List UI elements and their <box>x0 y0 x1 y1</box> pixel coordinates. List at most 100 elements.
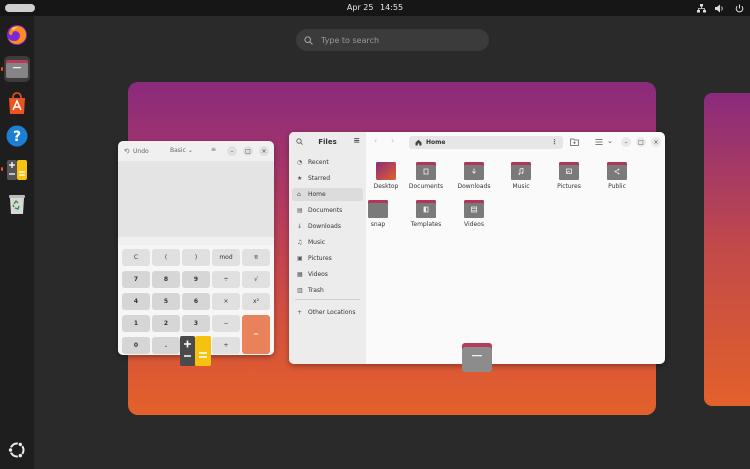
files-window[interactable]: Files ≡ ◔ Recent ★ Starred ⌂ Home ▤ Documents ↓ D… <box>289 132 665 364</box>
dragged-calculator-icon[interactable] <box>180 336 211 366</box>
key-four[interactable]: 4 <box>122 293 150 310</box>
ubuntu-logo-icon[interactable] <box>7 440 27 460</box>
key-one[interactable]: 1 <box>122 315 150 332</box>
key-multiply[interactable]: × <box>212 293 240 310</box>
hamburger-menu-icon[interactable]: ≡ <box>353 136 360 145</box>
close-button[interactable]: × <box>259 146 269 156</box>
maximize-button[interactable]: □ <box>243 146 253 156</box>
clock-date: Apr 25 <box>346 3 374 12</box>
trash-icon <box>9 195 25 214</box>
files-icon <box>6 60 28 78</box>
key-open-paren[interactable]: ( <box>152 249 180 266</box>
search-icon <box>304 35 313 45</box>
volume-icon <box>715 3 725 13</box>
dragged-files-icon[interactable] <box>462 343 492 372</box>
key-seven[interactable]: 7 <box>122 271 150 288</box>
folder-public[interactable]: Public <box>597 162 637 190</box>
next-workspace-thumbnail[interactable] <box>704 93 750 406</box>
key-equals[interactable]: = <box>242 315 270 354</box>
key-clear[interactable]: C <box>122 249 150 266</box>
folder-icon <box>416 162 436 180</box>
sidebar-item-label: Music <box>308 239 326 246</box>
key-square[interactable]: x² <box>242 293 270 310</box>
dock-app-center[interactable] <box>4 90 30 116</box>
files-title: Files <box>318 138 337 146</box>
key-decimal[interactable]: . <box>152 337 180 354</box>
sidebar-item-recent[interactable]: ◔ Recent <box>292 156 363 169</box>
sidebar-item-label: Other Locations <box>308 309 356 316</box>
folder-snap[interactable]: snap <box>358 200 398 228</box>
calculator-window[interactable]: Undo Basic ⌄ ≡ – □ × C() mod π 7 8 9 ÷ √ 4 5 6 × x² 1… <box>118 141 274 355</box>
view-list-icon[interactable] <box>595 138 603 146</box>
key-five[interactable]: 5 <box>152 293 180 310</box>
folder-templates[interactable]: Templates <box>406 200 446 228</box>
dock-help[interactable]: ? <box>4 123 30 149</box>
mode-selector[interactable]: Basic ⌄ <box>170 147 193 154</box>
dock-firefox[interactable] <box>4 22 30 48</box>
key-sqrt[interactable]: √ <box>242 271 270 288</box>
key-add[interactable]: + <box>212 337 240 354</box>
maximize-button[interactable]: □ <box>636 137 646 147</box>
folder-label: snap <box>370 221 386 228</box>
sidebar-item-downloads[interactable]: ↓ Downloads <box>292 220 363 233</box>
folder-icon <box>559 162 579 180</box>
key-mod[interactable]: mod <box>212 249 240 266</box>
folder-pictures[interactable]: Pictures <box>549 162 589 190</box>
sidebar-item-pictures[interactable]: ▣ Pictures <box>292 252 363 265</box>
video-icon: ▦ <box>297 271 303 278</box>
sidebar-item-trash[interactable]: ▥ Trash <box>292 284 363 297</box>
key-divide[interactable]: ÷ <box>212 271 240 288</box>
dock-calculator[interactable] <box>4 157 30 183</box>
path-bar[interactable]: Home ⋮ <box>409 136 563 149</box>
folder-music[interactable]: Music <box>501 162 541 190</box>
key-zero[interactable]: 0 <box>122 337 150 354</box>
back-icon[interactable]: ‹ <box>374 136 377 145</box>
path-menu-icon[interactable]: ⋮ <box>551 138 558 146</box>
chevron-down-icon: ⌄ <box>187 147 193 154</box>
folder-videos[interactable]: Videos <box>454 200 494 228</box>
system-tray[interactable] <box>696 3 744 13</box>
view-options-chevron-icon[interactable]: ⌄ <box>607 137 613 145</box>
key-two[interactable]: 2 <box>152 315 180 332</box>
files-sidebar: Files ≡ ◔ Recent ★ Starred ⌂ Home ▤ Documents ↓ D… <box>289 132 366 364</box>
folder-label: Desktop <box>373 183 399 190</box>
sidebar-item-music[interactable]: ♫ Music <box>292 236 363 249</box>
calculator-icon <box>7 160 27 180</box>
sidebar-item-label: Documents <box>308 207 343 214</box>
folder-icon <box>464 162 484 180</box>
key-eight[interactable]: 8 <box>152 271 180 288</box>
sidebar-item-starred[interactable]: ★ Starred <box>292 172 363 185</box>
search-input[interactable] <box>321 35 471 45</box>
folder-downloads[interactable]: Downloads <box>454 162 494 190</box>
folder-desktop[interactable]: Desktop <box>366 162 406 190</box>
key-close-paren[interactable]: ) <box>182 249 210 266</box>
key-pi[interactable]: π <box>242 249 270 266</box>
sidebar-separator <box>295 299 360 300</box>
clock[interactable]: Apr 25 14:55 <box>0 3 750 12</box>
key-nine[interactable]: 9 <box>182 271 210 288</box>
key-subtract[interactable]: − <box>212 315 240 332</box>
undo-button[interactable]: Undo <box>124 148 149 155</box>
sidebar-item-label: Recent <box>308 159 329 166</box>
key-three[interactable]: 3 <box>182 315 210 332</box>
search-bar[interactable] <box>296 29 489 51</box>
minimize-button[interactable]: – <box>227 146 237 156</box>
key-six[interactable]: 6 <box>182 293 210 310</box>
sidebar-item-home[interactable]: ⌂ Home <box>292 188 363 201</box>
sidebar-item-documents[interactable]: ▤ Documents <box>292 204 363 217</box>
sidebar-item-videos[interactable]: ▦ Videos <box>292 268 363 281</box>
folder-documents[interactable]: Documents <box>406 162 446 190</box>
menu-icon[interactable]: ≡ <box>211 146 216 153</box>
download-icon: ↓ <box>297 223 303 230</box>
sidebar-item-other-locations[interactable]: + Other Locations <box>292 306 363 319</box>
close-button[interactable]: × <box>651 137 661 147</box>
dock-trash[interactable] <box>4 191 30 217</box>
minimize-button[interactable]: – <box>621 137 631 147</box>
folder-icon <box>607 162 627 180</box>
new-folder-icon[interactable] <box>570 138 579 146</box>
search-icon[interactable] <box>296 138 303 145</box>
picture-icon: ▣ <box>297 255 303 262</box>
dock-files[interactable] <box>4 56 30 82</box>
forward-icon[interactable]: › <box>391 136 394 145</box>
top-bar: Apr 25 14:55 <box>0 0 750 16</box>
